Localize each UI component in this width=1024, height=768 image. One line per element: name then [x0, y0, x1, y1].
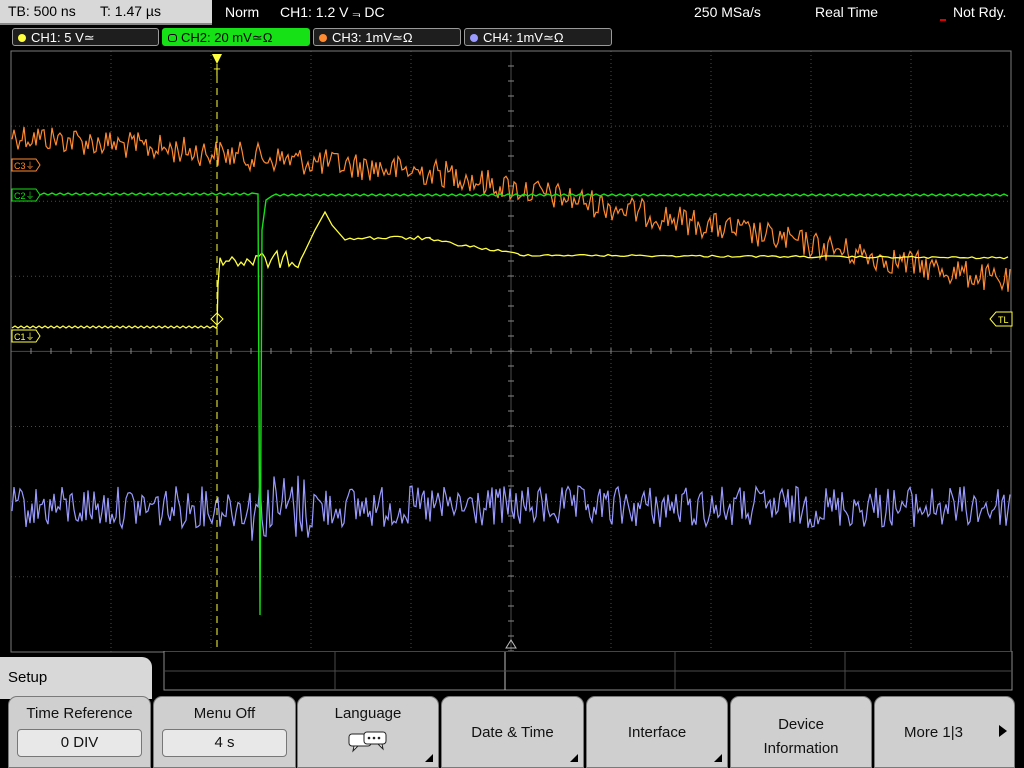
waveform-channel-1: [11, 210, 1009, 329]
tab-channel-2[interactable]: CH2: 20 mV≃Ω: [162, 28, 310, 46]
softkey-device-information-line1: Device: [778, 716, 824, 733]
submenu-corner-icon: [570, 754, 578, 762]
tab-channel-4[interactable]: CH4: 1mV≃Ω: [464, 28, 612, 46]
trigger-mode[interactable]: Norm: [225, 3, 259, 21]
channel-2-marker-label: C2⏚: [14, 191, 35, 201]
softkey-menu-off[interactable]: Menu Off 4 s: [153, 696, 296, 768]
softkey-language-label: Language: [334, 705, 402, 722]
channel-3-offset-marker[interactable]: C3⏚: [11, 158, 41, 172]
menu-title-setup: Setup: [0, 657, 152, 697]
channel-3-marker-label: C3⏚: [14, 161, 35, 171]
trigger-level-label: TL: [998, 315, 1009, 325]
channel-2-label: CH2: 20 mV≃Ω: [181, 30, 273, 45]
channel-2-offset-marker[interactable]: C2⏚: [11, 188, 41, 202]
tab-channel-3[interactable]: CH3: 1mV≃Ω: [313, 28, 461, 46]
acquisition-state: Not Rdy.: [953, 4, 1007, 20]
status-bar: TB: 500 ns T: 1.47 µs Norm CH1: 1.2 V ⫬ …: [0, 0, 1024, 25]
softkey-interface-label: Interface: [627, 724, 687, 741]
next-page-arrow-icon: [999, 725, 1007, 737]
trigger-level-marker[interactable]: TL: [989, 311, 1013, 327]
channel-3-label: CH3: 1mV≃Ω: [332, 30, 413, 45]
softkey-language[interactable]: Language: [297, 696, 439, 768]
softkey-time-reference-value: 0 DIV: [17, 729, 142, 757]
sample-rate: 250 MSa/s: [694, 4, 761, 20]
speech-bubble-icon: [348, 731, 387, 753]
tab-channel-1[interactable]: CH1: 5 V≃: [12, 28, 159, 46]
softkey-menu-off-value: 4 s: [162, 729, 287, 757]
trigger-marker-label: T: [214, 67, 221, 79]
softkey-more-label: More 1|3: [904, 724, 963, 741]
secondary-display-panel: [163, 651, 1013, 691]
channel-4-dot-icon: [470, 34, 478, 42]
softkey-time-reference-label: Time Reference: [26, 705, 133, 722]
trigger-time-readout: T: 1.47 µs: [100, 3, 161, 19]
submenu-corner-icon: [714, 754, 722, 762]
state-indicator: [940, 19, 946, 21]
softkey-date-time-label: Date & Time: [471, 724, 554, 741]
channel-4-label: CH4: 1mV≃Ω: [483, 30, 564, 45]
channel-1-dot-icon: [18, 34, 26, 42]
channel-1-label: CH1: 5 V≃: [31, 30, 95, 45]
timebase-readout: TB: 500 ns: [8, 3, 76, 19]
waveform-display[interactable]: T C3⏚ C2⏚ C1⏚ TL: [0, 48, 1024, 654]
softkey-interface[interactable]: Interface: [586, 696, 728, 768]
timebase-box[interactable]: TB: 500 ns T: 1.47 µs: [0, 0, 212, 25]
trigger-marker-icon[interactable]: [212, 54, 222, 64]
channel-2-dot-icon: [168, 34, 177, 42]
channel-3-dot-icon: [319, 34, 327, 42]
softkey-menu-off-label: Menu Off: [193, 705, 256, 722]
softkey-device-information-line2: Information: [763, 740, 839, 757]
softkey-device-information[interactable]: Device Information: [730, 696, 872, 768]
trigger-source[interactable]: CH1: 1.2 V ⫬ DC: [280, 3, 385, 21]
channel-1-marker-label: C1⏚: [14, 332, 35, 342]
softkey-time-reference[interactable]: Time Reference 0 DIV: [8, 696, 151, 768]
softkey-more[interactable]: More 1|3: [874, 696, 1015, 768]
acquisition-mode: Real Time: [815, 4, 879, 20]
channel-1-offset-marker[interactable]: C1⏚: [11, 329, 41, 343]
softkey-date-time[interactable]: Date & Time: [441, 696, 584, 768]
submenu-corner-icon: [425, 754, 433, 762]
